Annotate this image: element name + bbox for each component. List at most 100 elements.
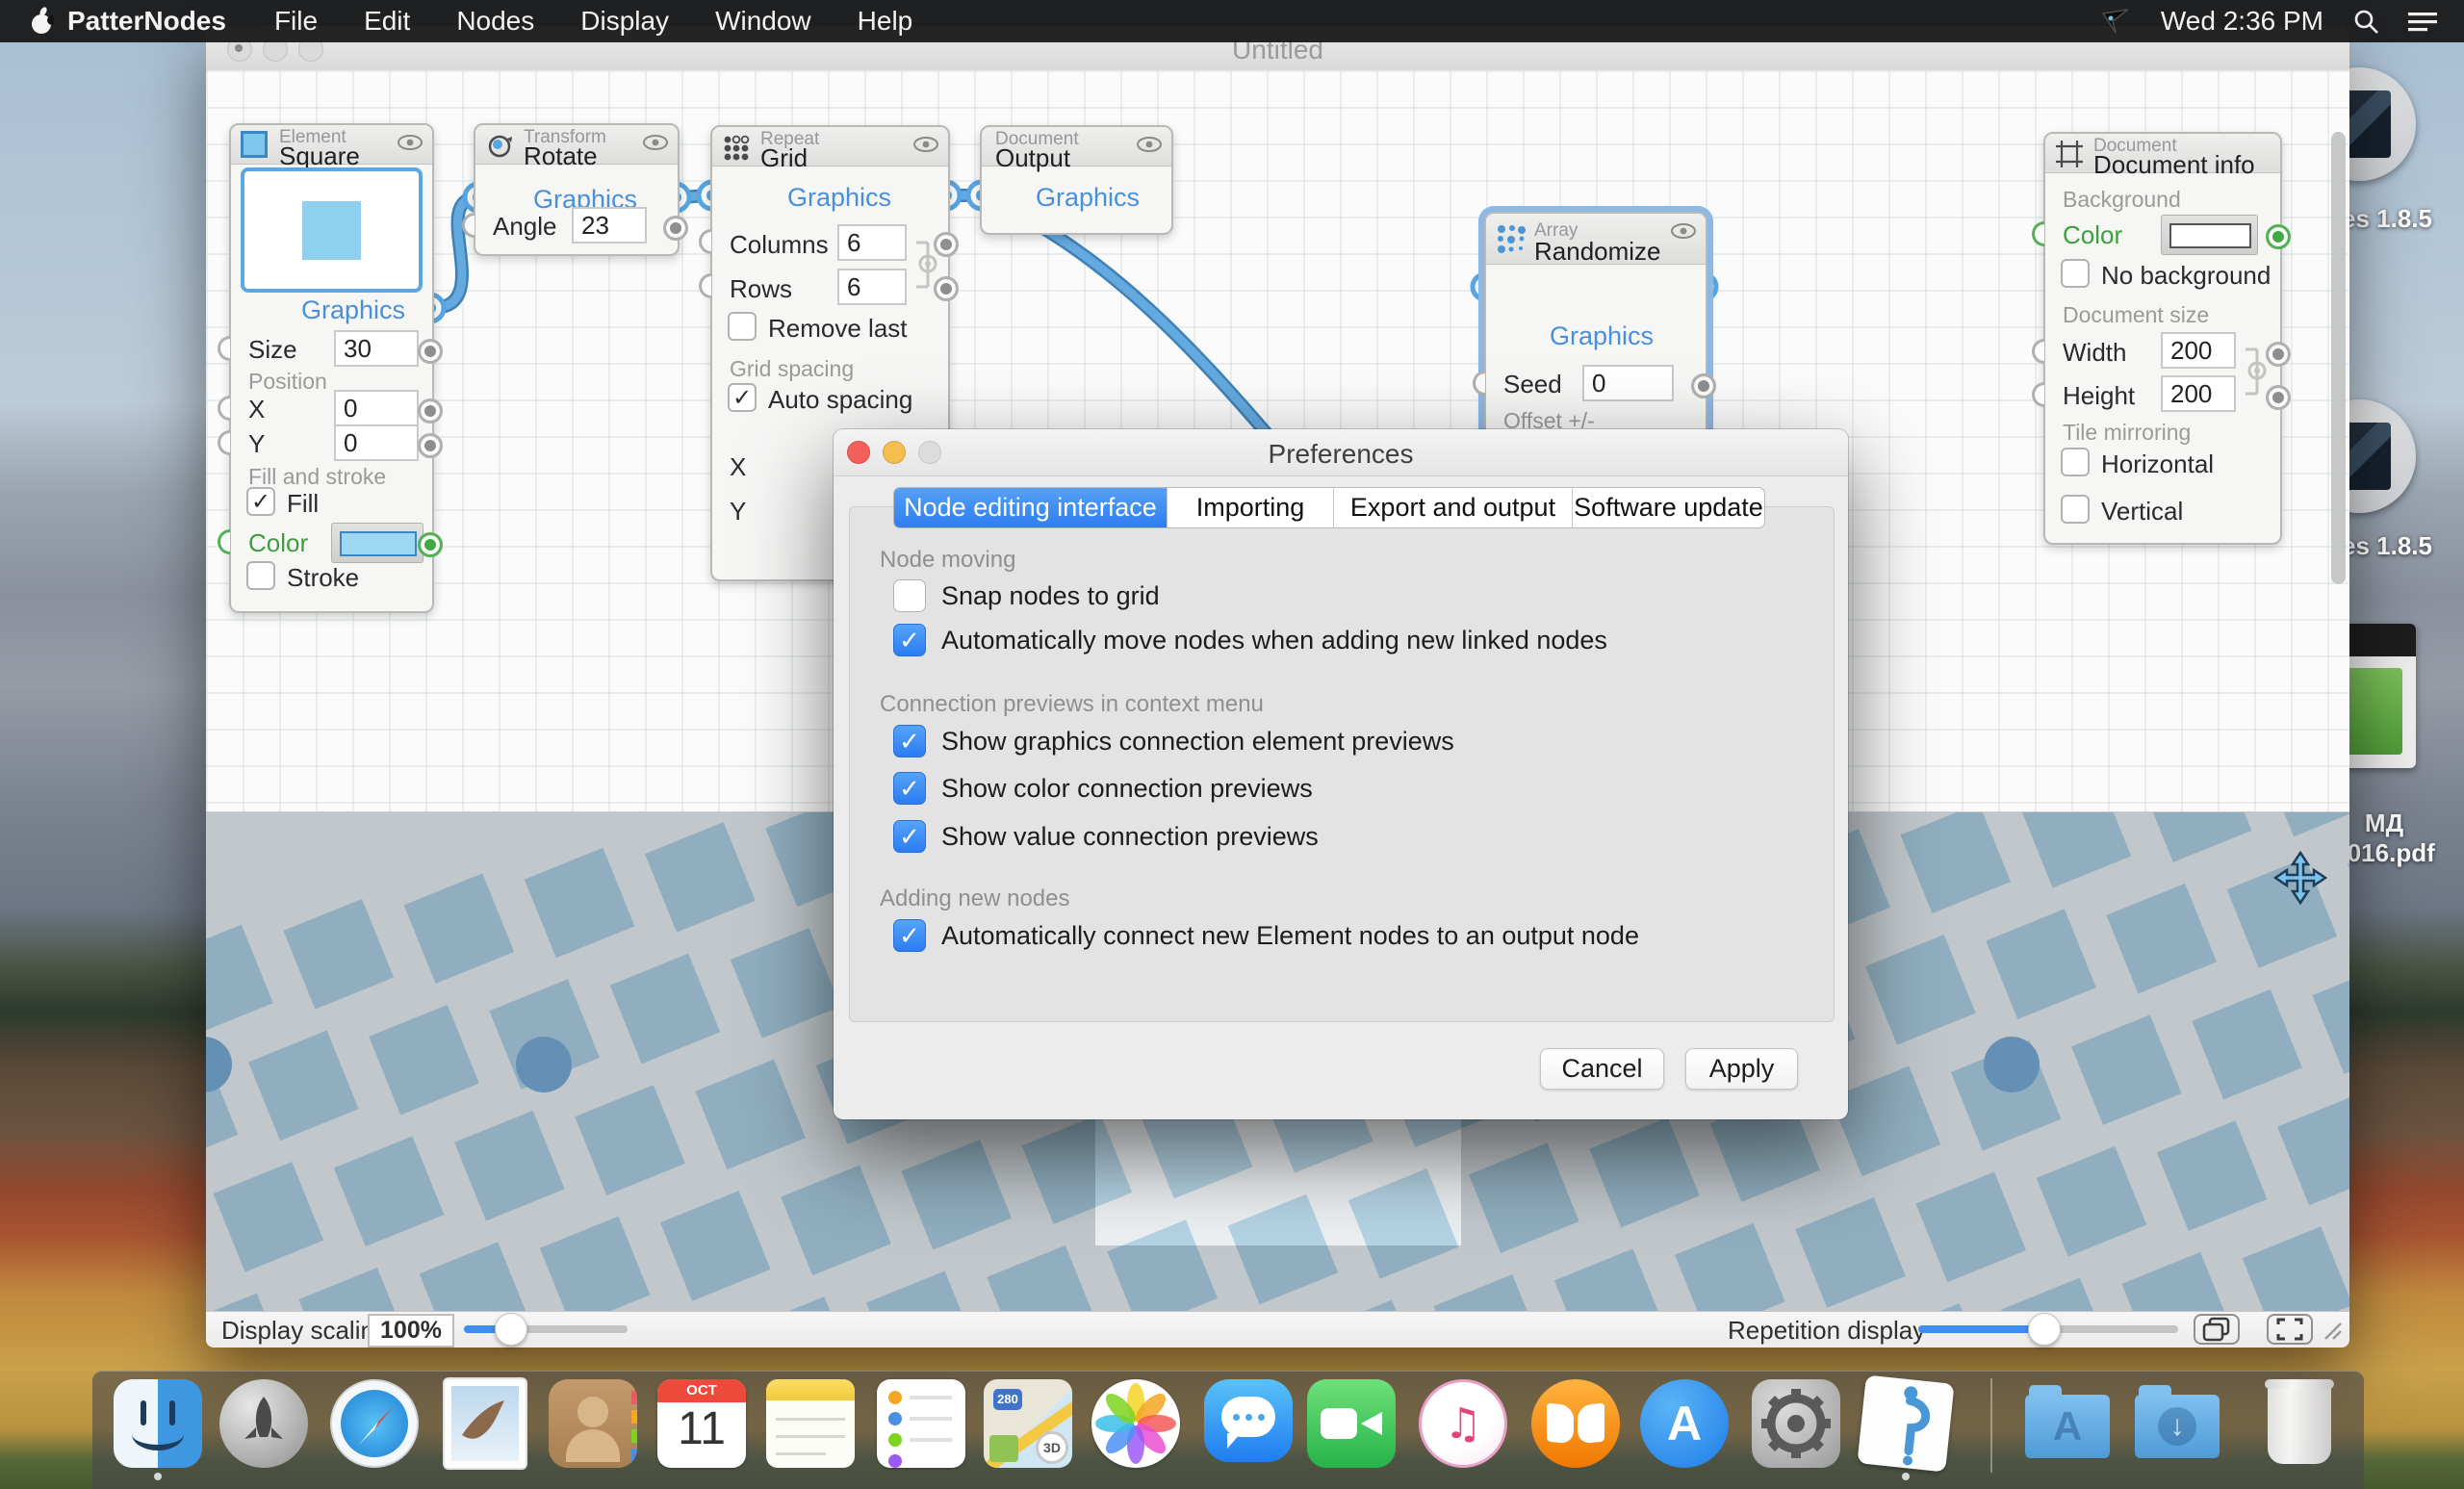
seed-field[interactable]: 0 <box>1582 365 1674 401</box>
seed-output-port[interactable] <box>1691 373 1716 398</box>
stroke-checkbox[interactable] <box>246 561 275 590</box>
color-input-port[interactable] <box>218 529 230 554</box>
rows-output-port[interactable] <box>934 276 959 301</box>
dock-contacts[interactable] <box>549 1379 637 1468</box>
dock-app-store[interactable]: A <box>1640 1379 1729 1468</box>
dock-messages[interactable] <box>1204 1379 1293 1468</box>
snap-nodes-checkbox[interactable] <box>893 579 926 612</box>
width-input-port[interactable] <box>2032 339 2044 364</box>
show-value-previews-checkbox[interactable]: ✓ <box>893 820 926 853</box>
dock-finder[interactable] <box>114 1379 202 1468</box>
dock-system-preferences[interactable] <box>1752 1379 1840 1468</box>
dock-launchpad[interactable] <box>219 1379 308 1468</box>
eye-icon[interactable] <box>913 137 938 158</box>
slider-knob[interactable] <box>495 1313 527 1346</box>
node-header[interactable]: Document Document info <box>2045 134 2280 173</box>
columns-input-port[interactable] <box>699 229 711 254</box>
apply-button[interactable]: Apply <box>1685 1048 1798 1090</box>
width-field[interactable]: 200 <box>2161 332 2236 369</box>
x-field[interactable]: 0 <box>334 390 419 426</box>
size-field[interactable]: 30 <box>334 330 419 367</box>
size-output-port[interactable] <box>418 339 443 364</box>
remove-last-checkbox[interactable] <box>728 312 757 341</box>
eye-icon[interactable] <box>398 135 423 156</box>
dock-facetime[interactable] <box>1307 1379 1396 1468</box>
height-output-port[interactable] <box>2266 385 2291 410</box>
repetition-display-slider[interactable] <box>1918 1325 2178 1333</box>
menu-help[interactable]: Help <box>834 6 937 37</box>
fill-checkbox[interactable]: ✓ <box>246 487 275 516</box>
dock-safari[interactable] <box>330 1379 419 1468</box>
resize-grip[interactable] <box>2322 1320 2343 1341</box>
graphics-label[interactable]: Graphics <box>1036 183 1140 213</box>
background-color-well[interactable] <box>2161 215 2258 255</box>
columns-output-port[interactable] <box>934 232 959 257</box>
dock-photos[interactable] <box>1091 1379 1180 1468</box>
menu-clock[interactable]: Wed 2:36 PM <box>2161 6 2323 37</box>
y-field[interactable]: 0 <box>334 424 419 461</box>
move-pattern-icon[interactable] <box>2273 851 2327 910</box>
cancel-button[interactable]: Cancel <box>1540 1048 1664 1090</box>
graphics-label[interactable]: Graphics <box>787 183 891 213</box>
display-scaling-slider[interactable] <box>464 1325 628 1333</box>
notification-center-icon[interactable] <box>2408 10 2437 33</box>
pattern-anchor-dot[interactable] <box>1984 1037 2040 1092</box>
node-header[interactable]: Array Randomize <box>1486 214 1706 265</box>
graphics-output-label[interactable]: Graphics <box>301 295 405 325</box>
width-output-port[interactable] <box>2266 342 2291 367</box>
spotlight-search-icon[interactable] <box>2352 8 2379 35</box>
eye-icon[interactable] <box>1671 223 1696 244</box>
vertical-checkbox[interactable] <box>2061 495 2090 524</box>
link-fields-icon[interactable] <box>2242 342 2267 406</box>
show-color-previews-checkbox[interactable]: ✓ <box>893 772 926 805</box>
dock-itunes[interactable]: ♫ <box>1419 1379 1507 1468</box>
menu-display[interactable]: Display <box>557 6 692 37</box>
menu-edit[interactable]: Edit <box>341 6 433 37</box>
dock-maps[interactable]: 280 3D <box>984 1379 1072 1468</box>
menu-nodes[interactable]: Nodes <box>433 6 557 37</box>
rows-field[interactable]: 6 <box>837 269 907 305</box>
height-field[interactable]: 200 <box>2161 375 2236 412</box>
angle-field[interactable]: 23 <box>572 207 647 244</box>
tab-software-update[interactable]: Software update <box>1573 488 1764 527</box>
dock-mail[interactable] <box>441 1379 529 1468</box>
fullscreen-preview-button[interactable] <box>2267 1314 2313 1345</box>
color-output-port[interactable] <box>418 532 443 557</box>
node-element-square[interactable]: Element Square Graphics Size 30 Position… <box>229 123 434 613</box>
show-graphics-previews-checkbox[interactable]: ✓ <box>893 725 926 757</box>
dock-notes[interactable] <box>766 1379 855 1468</box>
eye-icon[interactable] <box>1137 137 1162 158</box>
element-preview[interactable] <box>241 167 423 293</box>
vertical-scrollbar-thumb[interactable] <box>2331 132 2346 584</box>
color-well[interactable] <box>331 523 424 563</box>
x-output-port[interactable] <box>418 398 443 424</box>
columns-field[interactable]: 6 <box>837 224 907 261</box>
graphics-label[interactable]: Graphics <box>1550 321 1654 351</box>
angle-output-port[interactable] <box>663 216 688 241</box>
x-input-port[interactable] <box>218 396 230 421</box>
dock-ibooks[interactable] <box>1531 1379 1620 1468</box>
angle-input-port[interactable] <box>462 213 475 238</box>
menu-file[interactable]: File <box>251 6 341 37</box>
size-input-port[interactable] <box>218 336 230 361</box>
auto-move-nodes-checkbox[interactable]: ✓ <box>893 624 926 656</box>
node-transform-rotate[interactable]: Transform Rotate Graphics Angle 23 <box>474 123 680 256</box>
app-menu-patternodes[interactable]: PatterNodes <box>54 6 251 37</box>
slider-knob[interactable] <box>2028 1313 2061 1346</box>
auto-spacing-checkbox[interactable]: ✓ <box>728 383 757 412</box>
node-document-info[interactable]: Document Document info Background Color … <box>2043 132 2282 545</box>
tab-export-and-output[interactable]: Export and output <box>1334 488 1573 527</box>
status-menu-icon[interactable] <box>2099 8 2132 35</box>
tab-node-editing-interface[interactable]: Node editing interface <box>894 488 1168 527</box>
y-input-port[interactable] <box>218 430 230 455</box>
tile-overlap-view-button[interactable] <box>2194 1314 2240 1345</box>
auto-connect-element-checkbox[interactable]: ✓ <box>893 919 926 952</box>
height-input-port[interactable] <box>2032 382 2044 407</box>
y-output-port[interactable] <box>418 433 443 458</box>
horizontal-checkbox[interactable] <box>2061 448 2090 476</box>
rows-input-port[interactable] <box>699 273 711 298</box>
node-header[interactable]: Element Square <box>231 125 432 165</box>
dock-calendar[interactable]: OCT 11 <box>657 1379 746 1468</box>
display-scaling-value[interactable]: 100% <box>368 1314 454 1348</box>
dialog-titlebar[interactable]: Preferences <box>834 429 1848 476</box>
